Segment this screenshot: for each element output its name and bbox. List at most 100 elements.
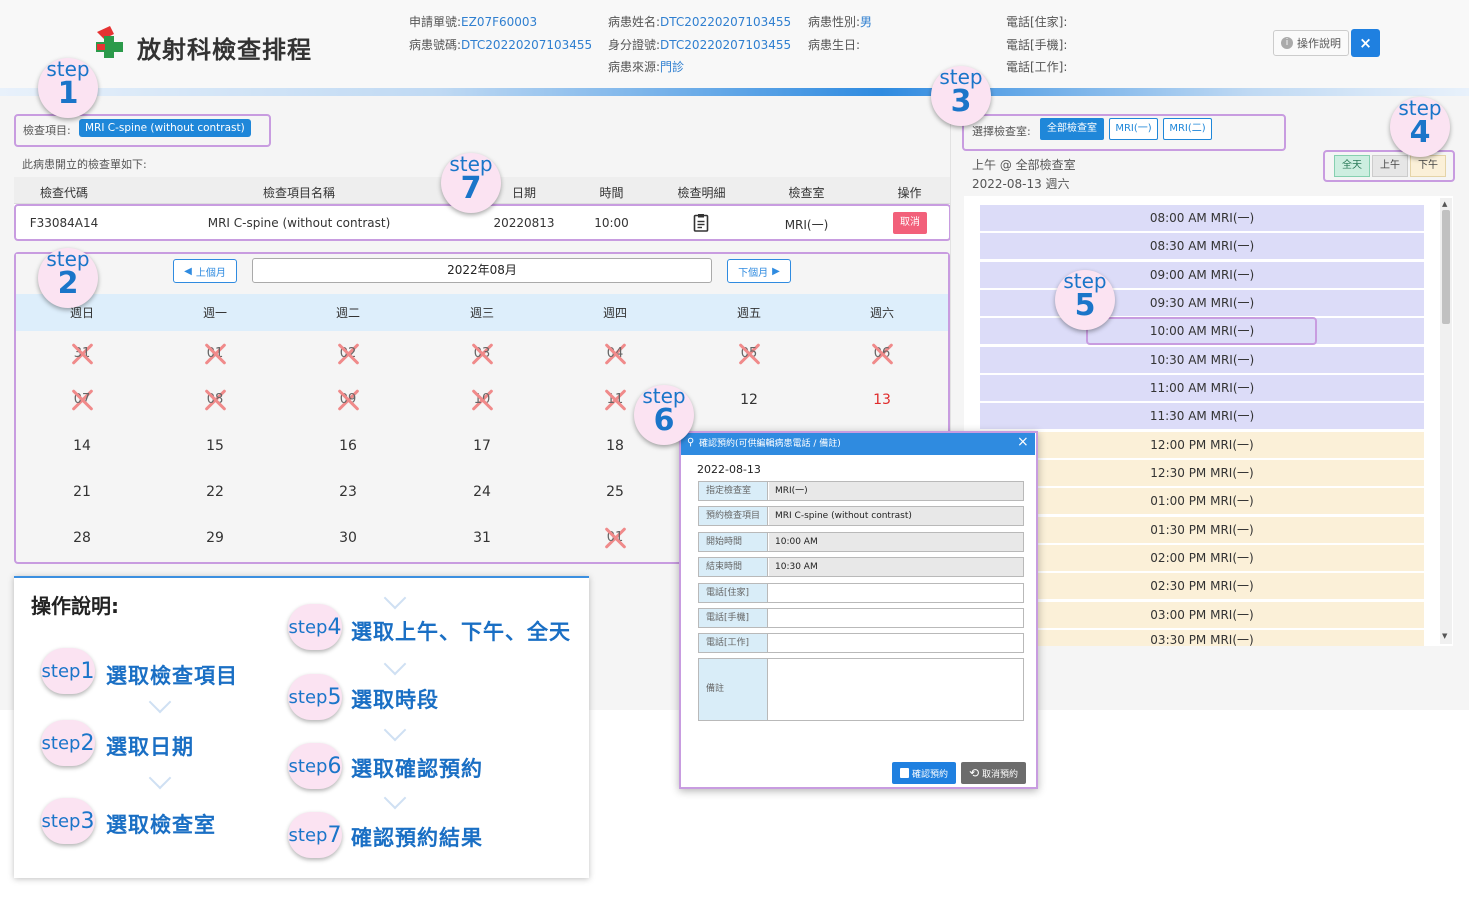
room-mri2-button[interactable]: MRI(二) (1163, 118, 1212, 140)
cancel-order-button[interactable]: 取消 (893, 212, 927, 234)
time-slot[interactable]: 10:30 AM MRI(一) (980, 347, 1424, 373)
calendar-day[interactable]: 17 (462, 438, 502, 454)
patient-id: 身分證號:DTC20220207103455 (608, 38, 792, 52)
scroll-down-icon[interactable]: ▼ (1442, 632, 1447, 640)
calendar-day-disabled: 10 (470, 388, 494, 412)
time-slot[interactable]: 12:30 PM MRI(一) (980, 460, 1424, 486)
instruction-text-2: 選取日期 (106, 735, 194, 759)
time-slot[interactable]: 02:30 PM MRI(一) (980, 573, 1424, 599)
time-slot[interactable]: 02:00 PM MRI(一) (980, 545, 1424, 571)
time-slot[interactable]: 11:00 AM MRI(一) (980, 375, 1424, 401)
schedule-date: 2022-08-13 週六 (972, 177, 1070, 191)
calendar-day-selected[interactable]: 13 (862, 392, 902, 408)
calendar-day[interactable]: 31 (462, 530, 502, 546)
calendar-day[interactable]: 22 (195, 484, 235, 500)
calendar-day-disabled: 08 (203, 388, 227, 412)
weekday-sat: 週六 (869, 306, 894, 320)
instructions-panel: 操作說明: step 1 選取檢查項目 step 2 選取日期 step 3 選取檢查… (14, 576, 589, 878)
instruction-text-7: 確認預約結果 (351, 826, 483, 850)
instruction-text-1: 選取檢查項目 (106, 664, 238, 688)
weekday-thu: 週四 (602, 306, 627, 320)
exam-item-badge[interactable]: MRI C-spine (without contrast) (79, 119, 251, 137)
calendar-day[interactable]: 16 (328, 438, 368, 454)
prev-month-button[interactable]: ◀ 上個月 (173, 259, 237, 283)
chevron-down-icon (383, 718, 407, 742)
col-room: 檢查室 (788, 186, 825, 200)
calendar-day[interactable]: 23 (328, 484, 368, 500)
calendar-day[interactable]: 28 (62, 530, 102, 546)
filter-pm[interactable]: 下午 (1410, 155, 1446, 177)
filter-all-day[interactable]: 全天 (1334, 155, 1370, 177)
room-mri1-button[interactable]: MRI(一) (1109, 118, 1158, 140)
exam-item-label: 檢查項目: (23, 124, 71, 137)
orders-caption: 此病患開立的檢查單如下: (22, 158, 147, 171)
calendar-day[interactable]: 24 (462, 484, 502, 500)
app-title: 放射科檢查排程 (137, 36, 312, 64)
header-divider (0, 88, 1469, 96)
time-slot[interactable]: 11:30 AM MRI(一) (980, 403, 1424, 429)
modal-close-icon[interactable]: × (1017, 434, 1029, 450)
patient-source: 病患來源:門診 (608, 60, 685, 74)
calendar-day[interactable]: 25 (595, 484, 635, 500)
calendar-day[interactable]: 30 (328, 530, 368, 546)
calendar-day-disabled: 06 (870, 342, 894, 366)
chevron-down-icon (148, 690, 172, 714)
time-slot[interactable]: 01:00 PM MRI(一) (980, 488, 1424, 514)
field-tel-work[interactable]: 電話[工作] (698, 633, 1024, 653)
field-note[interactable]: 備註 (698, 658, 1024, 721)
col-action: 操作 (897, 186, 922, 200)
time-slot[interactable]: 01:30 PM MRI(一) (980, 517, 1424, 543)
time-slot[interactable]: 03:30 PM MRI(一) (980, 630, 1424, 646)
calendar-day[interactable]: 15 (195, 438, 235, 454)
chevron-down-icon (148, 766, 172, 790)
cancel-booking-button[interactable]: ⟲ 取消預約 (961, 762, 1026, 784)
time-slot[interactable]: 09:30 AM MRI(一) (980, 290, 1424, 316)
step-1-badge: step 1 (38, 58, 98, 118)
calendar-day-disabled: 02 (336, 342, 360, 366)
scroll-up-icon[interactable]: ▲ (1442, 200, 1447, 208)
modal-date: 2022-08-13 (697, 463, 761, 476)
calendar-day-disabled: 07 (70, 388, 94, 412)
time-slot[interactable]: 03:00 PM MRI(一) (980, 602, 1424, 628)
calendar-day[interactable]: 18 (595, 438, 635, 454)
scrollbar-thumb[interactable] (1442, 210, 1450, 324)
scrollbar[interactable]: ▲ ▼ (1440, 198, 1452, 644)
calendar-day[interactable]: 14 (62, 438, 102, 454)
field-tel-mobile[interactable]: 電話[手機] (698, 608, 1024, 628)
modal-title: 確認預約(可供編輯病患電話 / 備註) (681, 433, 1035, 455)
instruction-step-3: step 3 (41, 798, 95, 844)
calendar-day[interactable]: 29 (195, 530, 235, 546)
time-slot[interactable]: 08:00 AM MRI(一) (980, 205, 1424, 231)
field-start: 開始時間 10:00 AM (698, 532, 1024, 552)
filter-am[interactable]: 上午 (1372, 155, 1408, 177)
field-tel-home[interactable]: 電話[住家] (698, 583, 1024, 603)
tel-mobile: 電話[手機]: (1006, 38, 1068, 52)
save-icon (899, 768, 909, 778)
calendar-day[interactable]: 21 (62, 484, 102, 500)
step-4-badge: step 4 (1390, 97, 1450, 157)
confirm-booking-button[interactable]: 確認預約 (892, 762, 956, 784)
close-button[interactable]: × (1351, 29, 1380, 57)
time-slot[interactable]: 12:00 PM MRI(一) (980, 432, 1424, 458)
chevron-down-icon (383, 786, 407, 810)
time-slot[interactable]: 08:30 AM MRI(一) (980, 233, 1424, 259)
weekday-mon: 週一 (202, 306, 227, 320)
calendar-day-disabled: 01 (603, 526, 627, 550)
step-6-badge: step 6 (634, 385, 694, 445)
room-all-button[interactable]: 全部檢查室 (1040, 118, 1104, 140)
order-no: 申請單號:EZ07F60003 (409, 15, 538, 29)
time-slot[interactable]: 09:00 AM MRI(一) (980, 262, 1424, 288)
field-room: 指定檢查室 MRI(一) (698, 481, 1024, 501)
instruction-text-3: 選取檢查室 (106, 813, 216, 837)
undo-icon: ⟲ (968, 766, 980, 780)
patient-name: 病患姓名:DTC20220207103455 (608, 15, 792, 29)
col-name: 檢查項目名稱 (262, 186, 335, 200)
instruction-step-6: step 6 (288, 743, 342, 789)
clipboard-icon[interactable] (693, 213, 709, 236)
order-room: MRI(一) (784, 218, 829, 232)
next-month-button[interactable]: 下個月 ▶ (727, 259, 791, 283)
calendar-day[interactable]: 12 (729, 392, 769, 408)
field-exam: 預約檢查項目 MRI C-spine (without contrast) (698, 506, 1024, 526)
col-code: 檢查代碼 (39, 186, 88, 200)
help-button[interactable]: i 操作說明 (1273, 30, 1349, 56)
